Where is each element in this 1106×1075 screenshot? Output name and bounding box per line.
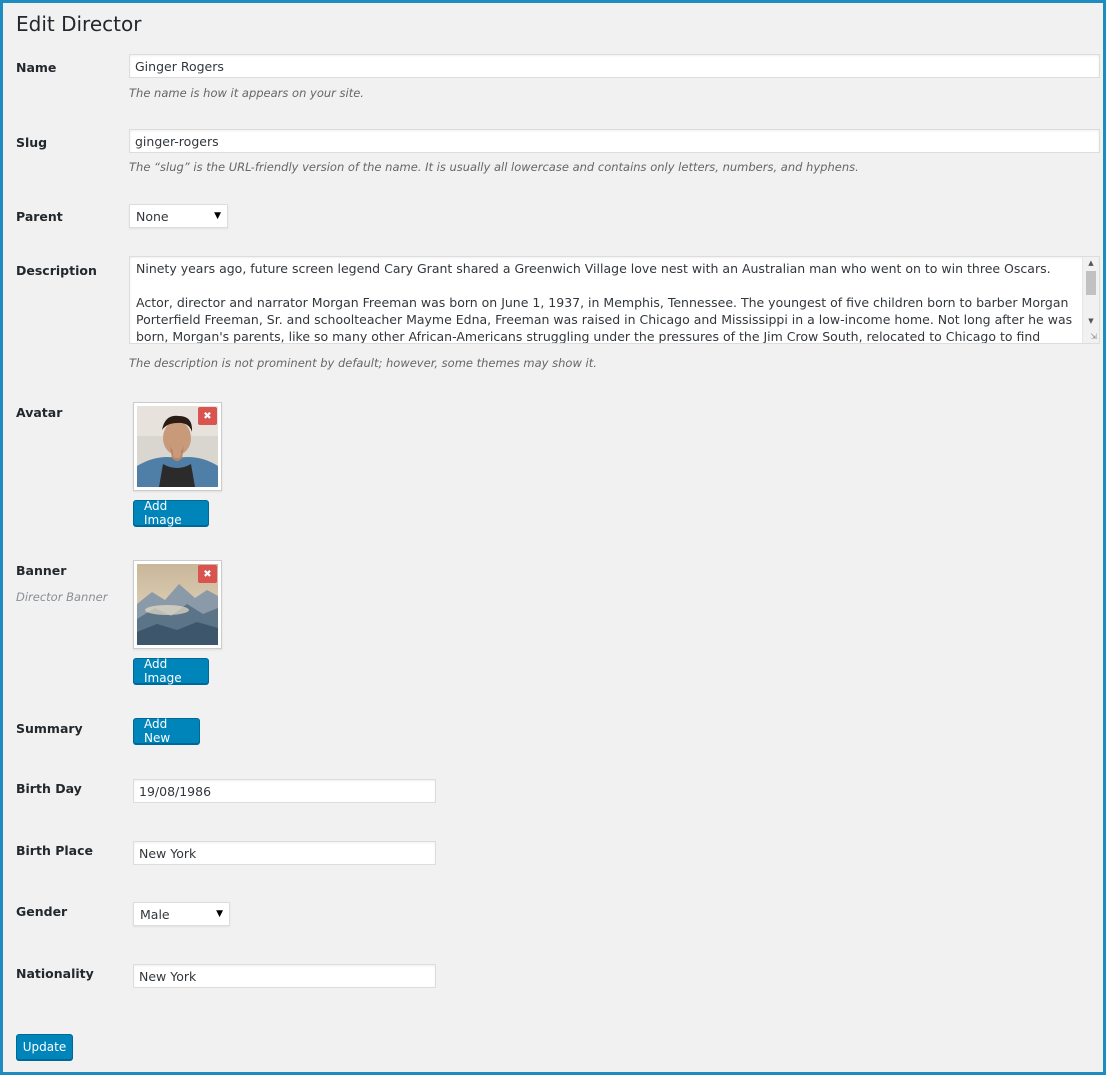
- summary-add-new-button[interactable]: Add New: [133, 717, 200, 745]
- avatar-add-image-button[interactable]: Add Image: [133, 499, 209, 527]
- chevron-down-icon: ▼: [214, 211, 221, 221]
- parent-selected-value: None: [136, 208, 169, 224]
- gender-select[interactable]: Male ▼: [133, 902, 230, 926]
- description-label: Description: [16, 263, 97, 278]
- gender-label: Gender: [16, 904, 68, 919]
- description-textarea[interactable]: Ninety years ago, future screen legend C…: [129, 256, 1100, 344]
- gender-selected-value: Male: [140, 906, 170, 922]
- name-description: The name is how it appears on your site.: [129, 86, 364, 100]
- birth-place-input[interactable]: [133, 841, 436, 865]
- page-title: Edit Director: [16, 12, 142, 36]
- banner-remove-button[interactable]: ✖: [198, 565, 217, 583]
- name-input[interactable]: [129, 54, 1100, 78]
- banner-label: Banner: [16, 563, 67, 578]
- avatar-remove-button[interactable]: ✖: [198, 407, 217, 425]
- slug-label: Slug: [16, 135, 48, 150]
- description-help: The description is not prominent by defa…: [129, 356, 597, 370]
- banner-sublabel: Director Banner: [16, 590, 108, 604]
- avatar-label: Avatar: [16, 405, 63, 420]
- description-scrollbar[interactable]: ▲ ▼: [1082, 257, 1099, 343]
- birth-day-input[interactable]: [133, 779, 436, 803]
- description-paragraph-2: Actor, director and narrator Morgan Free…: [136, 295, 1073, 344]
- banner-thumbnail: ✖: [133, 560, 222, 649]
- birth-place-label: Birth Place: [16, 843, 93, 858]
- avatar-thumbnail: ✖: [133, 402, 222, 491]
- scroll-down-arrow-icon[interactable]: ▼: [1083, 315, 1099, 327]
- slug-input[interactable]: [129, 129, 1100, 153]
- chevron-down-icon: ▼: [216, 909, 223, 919]
- resize-grip-icon[interactable]: ⇲: [1090, 333, 1097, 341]
- parent-label: Parent: [16, 209, 63, 224]
- scroll-thumb[interactable]: [1086, 271, 1096, 295]
- update-button[interactable]: Update: [16, 1034, 73, 1060]
- name-label: Name: [16, 60, 57, 75]
- banner-add-image-button[interactable]: Add Image: [133, 657, 209, 685]
- slug-description: The “slug” is the URL-friendly version o…: [129, 160, 859, 174]
- description-paragraph-1: Ninety years ago, future screen legend C…: [136, 261, 1051, 276]
- scroll-up-arrow-icon[interactable]: ▲: [1083, 257, 1099, 269]
- parent-select[interactable]: None ▼: [129, 204, 228, 228]
- nationality-label: Nationality: [16, 966, 94, 981]
- summary-label: Summary: [16, 721, 83, 736]
- birth-day-label: Birth Day: [16, 781, 82, 796]
- nationality-input[interactable]: [133, 964, 436, 988]
